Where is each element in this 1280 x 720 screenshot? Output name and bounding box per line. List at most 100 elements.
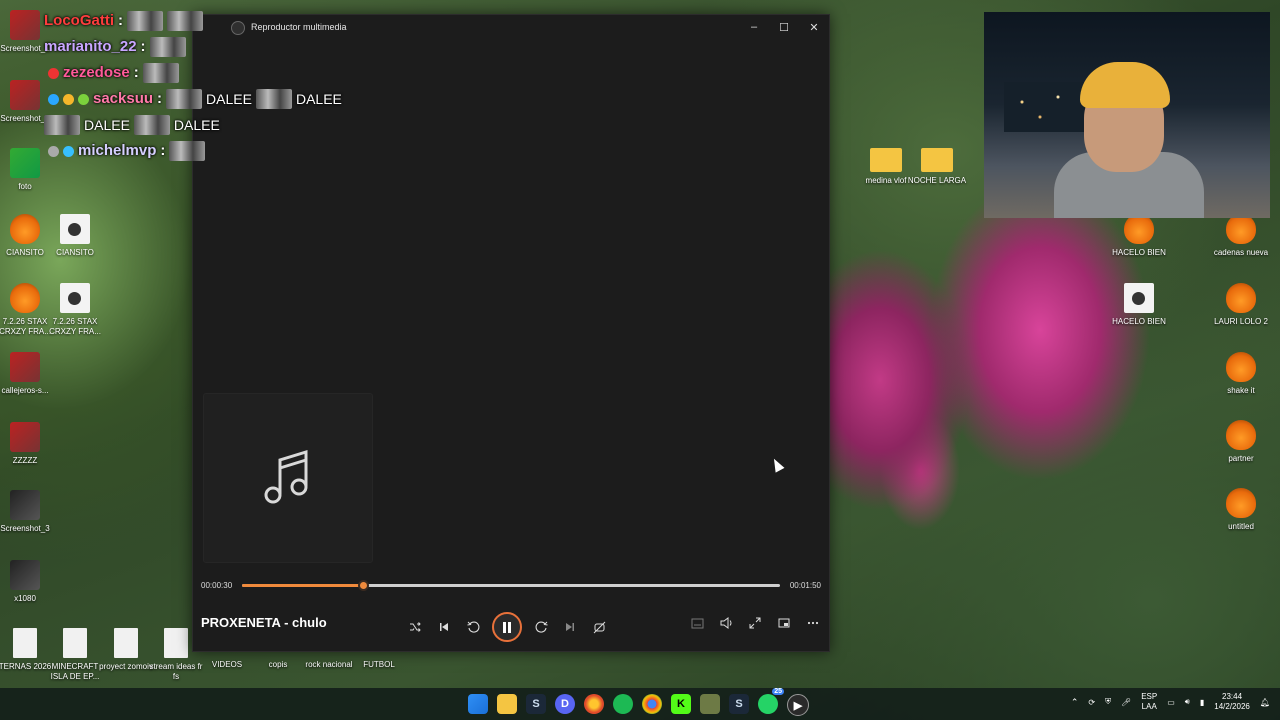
repeat-button[interactable] — [589, 617, 609, 637]
chat-emote — [44, 115, 80, 135]
desktop-icon-hacelo-bien-audio[interactable]: HACELO BIEN — [1109, 283, 1169, 327]
forward-30-icon — [535, 621, 548, 633]
desktop-icon-callejeros[interactable]: callejeros-s... — [0, 352, 55, 396]
chat-username: michelmvp — [78, 142, 157, 159]
subtitles-icon — [691, 618, 703, 628]
desktop-icon-partner[interactable]: partner — [1211, 420, 1271, 464]
volume-icon — [720, 617, 731, 629]
fl-studio-icon — [1226, 283, 1256, 313]
fl-studio-icon — [10, 283, 40, 313]
desktop-icon-shake-it[interactable]: shake it — [1211, 352, 1271, 396]
desktop-icon-hacelo-bien-flp[interactable]: HACELO BIEN — [1109, 214, 1169, 258]
close-button[interactable]: ✕ — [799, 15, 829, 39]
seek-bar-handle[interactable] — [358, 579, 370, 591]
chevron-up-icon[interactable]: ⌃ — [1071, 697, 1079, 708]
defender-icon[interactable]: ⛨ — [1105, 697, 1111, 707]
volume-button[interactable] — [716, 613, 736, 633]
chat-message: michelmvp : — [44, 138, 404, 164]
rewind-10-button[interactable] — [463, 617, 483, 637]
chat-message: marianito_22 : — [44, 34, 404, 60]
desktop-icon-cadenas-nueva[interactable]: cadenas nueva — [1211, 214, 1271, 258]
microphone-icon[interactable]: 🎤︎ — [1121, 698, 1131, 707]
battery-icon[interactable]: ▮ — [1200, 698, 1204, 707]
desktop-icon-label: 7.2.26 STAX CRXZY FRA... — [49, 317, 101, 336]
language-indicator[interactable]: ESP LAA — [1141, 692, 1157, 712]
previous-button[interactable] — [434, 617, 454, 637]
desktop-icon-label: cadenas nueva — [1213, 248, 1269, 257]
steam-icon-2[interactable]: S — [729, 694, 749, 714]
chat-message-continued: DALEE DALEE — [44, 112, 404, 138]
language-code: ESP — [1141, 692, 1158, 701]
kick-icon[interactable]: K — [671, 694, 691, 714]
more-options-button[interactable] — [803, 613, 823, 633]
forward-30-button[interactable] — [531, 617, 551, 637]
spotify-icon[interactable] — [613, 694, 633, 714]
folder-icon — [921, 148, 953, 172]
next-button[interactable] — [560, 617, 580, 637]
total-duration: 00:01:50 — [789, 580, 821, 590]
pause-icon — [503, 621, 511, 633]
subtitles-button[interactable] — [687, 613, 707, 633]
chat-separator: : — [140, 38, 146, 55]
desktop-icon-label: HACELO BIEN — [1112, 317, 1166, 326]
chat-emote — [133, 115, 170, 135]
chat-badge-icon — [63, 145, 74, 157]
media-player-taskbar-icon[interactable]: ▶ — [787, 694, 809, 716]
discord-icon[interactable]: D — [555, 694, 575, 714]
track-title: PROXENETA - chulo — [201, 615, 327, 630]
mini-player-button[interactable] — [774, 613, 794, 633]
fullscreen-button[interactable] — [745, 613, 765, 633]
desktop-icon-label: FUTBOL — [363, 660, 395, 669]
taskbar: S D K S 25 ▶ ⌃ ⟳ ⛨ 🎤︎ ESP LAA ▭ 🔊︎ ▮ 23:… — [0, 688, 1280, 720]
minimize-button[interactable]: – — [739, 15, 769, 39]
seek-bar[interactable] — [242, 579, 780, 591]
speaker-icon[interactable]: 🔊︎ — [1185, 697, 1190, 707]
desktop-icon-lauri-lolo[interactable]: LAURI LOLO 2 — [1211, 283, 1271, 327]
chat-emote — [255, 89, 292, 109]
previous-icon — [440, 623, 448, 631]
desktop-icon-x1080[interactable]: x1080 — [0, 560, 55, 604]
clock[interactable]: 23:44 14/2/2026 — [1214, 692, 1250, 712]
maximize-button[interactable]: ☐ — [769, 15, 799, 39]
steam-icon[interactable]: S — [526, 694, 546, 714]
chat-username: zezedose — [63, 64, 130, 81]
whatsapp-icon[interactable]: 25 — [758, 688, 784, 714]
file-icon — [13, 628, 37, 658]
chat-text: DALEE — [173, 117, 220, 133]
desktop-icon-label: NOCHE LARGA — [907, 176, 967, 185]
webcam-overlay — [984, 12, 1270, 218]
fl-studio-icon — [1226, 488, 1256, 518]
desktop-icon-ciansito-audio[interactable]: CIANSITO — [45, 214, 105, 258]
chat-emote — [167, 11, 203, 31]
fl-studio-icon — [1226, 352, 1256, 382]
desktop-icon-screenshot-3[interactable]: Screenshot_3 — [0, 490, 55, 534]
chrome-canary-icon[interactable] — [584, 694, 604, 714]
file-icon — [164, 628, 188, 658]
desktop-icon-untitled[interactable]: untitled — [1211, 488, 1271, 532]
sync-icon[interactable]: ⟳ — [1088, 698, 1095, 707]
desktop-icon-label: untitled — [1228, 522, 1254, 531]
desktop-icon-zzzzz[interactable]: ZZZZZ — [0, 422, 55, 466]
audio-file-icon — [60, 214, 90, 244]
pause-button[interactable] — [492, 612, 522, 642]
window-controls: – ☐ ✕ — [739, 15, 829, 39]
windows-start-icon[interactable] — [468, 694, 488, 714]
desktop-icon-futbol[interactable]: FUTBOL — [349, 660, 409, 670]
app-icon[interactable] — [700, 694, 720, 714]
notifications-icon[interactable]: 🔔︎ — [1260, 698, 1270, 707]
chat-emote — [142, 63, 179, 83]
desktop-icon-label: x1080 — [14, 594, 36, 603]
fl-studio-icon — [1226, 214, 1256, 244]
network-icon[interactable]: ▭ — [1167, 698, 1175, 707]
chat-username: marianito_22 — [44, 38, 137, 55]
repeat-off-icon — [593, 621, 605, 633]
chrome-icon[interactable] — [642, 694, 662, 714]
secondary-controls — [687, 613, 823, 633]
chat-badge-icon — [48, 145, 59, 157]
file-explorer-icon[interactable] — [497, 694, 517, 714]
desktop-icon-noche-larga[interactable]: NOCHE LARGA — [907, 144, 967, 186]
elapsed-time: 00:00:30 — [201, 580, 233, 590]
desktop-icon-stax-audio[interactable]: 7.2.26 STAX CRXZY FRA... — [45, 283, 105, 337]
shuffle-button[interactable] — [405, 617, 425, 637]
shuffle-icon — [410, 622, 421, 632]
